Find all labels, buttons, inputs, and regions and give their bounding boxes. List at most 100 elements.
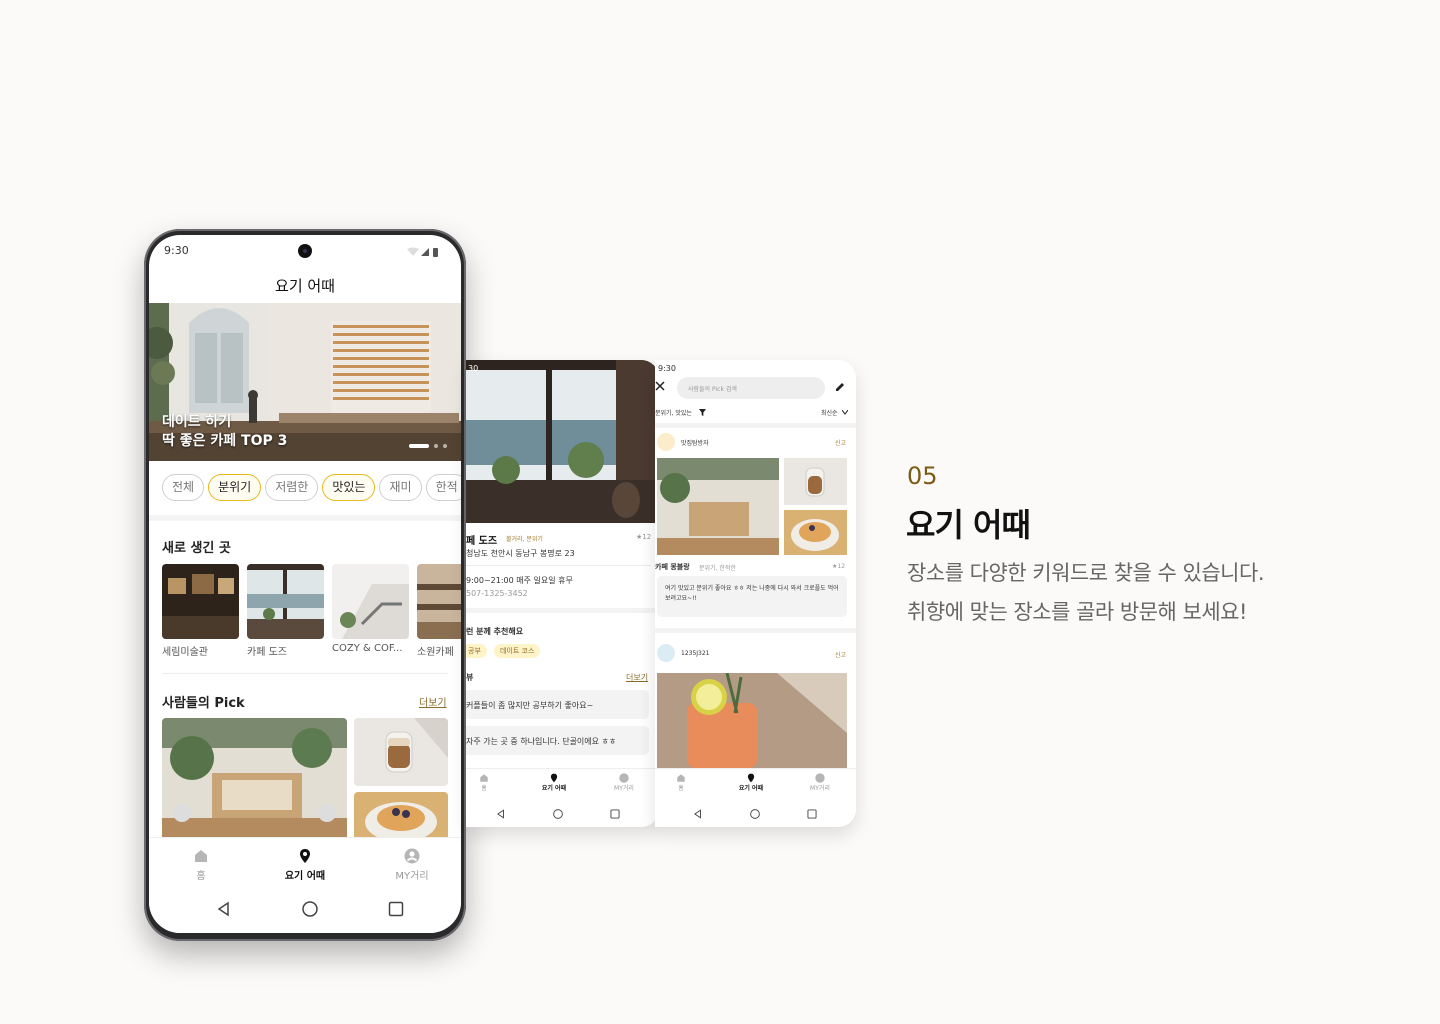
hero-caption-line1: 데이트 하기 [162, 414, 232, 430]
place-thumb-cozy[interactable] [332, 564, 409, 639]
status-time: 30 [468, 364, 479, 373]
more-link[interactable]: 더보기 [626, 672, 648, 683]
hero-caption: 데이트 하기 딱 좋은 카페 TOP 3 [162, 413, 287, 451]
review-card: 자주 가는 곳 중 하나입니다. 단골이에요 ㅎㅎ [466, 726, 649, 755]
nav-where[interactable]: 요기 어때 [731, 773, 771, 792]
post-photo-cafe[interactable] [657, 458, 779, 555]
pick-photo-coffee[interactable] [354, 718, 448, 786]
address: 청남도 천안시 동남구 봉명로 23 [466, 549, 575, 558]
page-title: 요기 어때 [275, 277, 335, 295]
nav-home[interactable]: 홈 [474, 773, 494, 792]
chip-cheap[interactable]: 저렴한 [265, 474, 319, 501]
search-placeholder: 사람들의 Pick 검색 [688, 386, 737, 393]
hours: 9:00~21:00 매주 일요일 휴무 [466, 576, 573, 585]
feature-description-line1: 장소를 다양한 키워드로 찾을 수 있습니다. [907, 561, 1265, 585]
nav-home-label: 홈 [481, 785, 487, 792]
chip-mood[interactable]: 분위기 [208, 474, 262, 501]
sort-select[interactable]: 최신순 [821, 408, 838, 417]
home-circle-icon[interactable] [553, 809, 563, 819]
edit-icon[interactable] [834, 381, 846, 393]
place-thumb-sowon[interactable] [417, 564, 461, 639]
system-nav-bar [655, 802, 856, 827]
home-circle-icon[interactable] [302, 901, 318, 917]
nav-home[interactable]: 홈 [671, 773, 691, 792]
recommend-tag-date: 데이트 코스 [494, 644, 541, 658]
chip-all[interactable]: 전체 [162, 474, 205, 501]
post-photo-coffee[interactable] [784, 458, 847, 505]
place-thumb-gallery[interactable] [162, 564, 239, 639]
front-camera [298, 244, 312, 258]
nav-where-label: 요기 어때 [738, 785, 764, 792]
recommend-tag-study: 공부 [466, 644, 487, 658]
nav-my[interactable]: MY거리 [800, 773, 840, 792]
filter-icon[interactable] [699, 409, 706, 416]
keyword-chips: 전체 분위기 저렴한 맛있는 재미 한적 [162, 474, 461, 501]
nav-my-label: MY거리 [614, 785, 634, 792]
nav-where-label: 요기 어때 [541, 785, 567, 792]
new-places-title: 새로 생긴 곳 [162, 541, 231, 556]
place-name: COZY & COF... [332, 643, 403, 654]
post-rating: ★12 [832, 563, 846, 570]
section-divider [149, 515, 461, 521]
back-icon[interactable] [496, 809, 506, 819]
review-card: 여기 맛있고 분위기 좋아요 ㅎㅎ 저는 나중에 다시 와서 크로플도 먹어보려… [657, 576, 847, 617]
chip-tasty[interactable]: 맛있는 [322, 474, 376, 501]
chevron-down-icon [842, 410, 848, 415]
section-divider [466, 608, 659, 613]
feature-title: 요기 어때 [906, 506, 1031, 544]
report-button[interactable]: 신고 [835, 438, 846, 447]
more-link[interactable]: 더보기 [419, 694, 447, 709]
carousel-dot [443, 444, 447, 448]
nav-where[interactable]: 요기 어때 [534, 773, 574, 792]
feature-description-line2: 취향에 맞는 장소를 골라 방문해 보세요! [907, 600, 1247, 624]
review-text: 커플들이 좀 많지만 공부하기 좋아요~ [466, 701, 594, 710]
phone-number[interactable]: 507-1325-3452 [466, 589, 528, 598]
map-pin-icon [747, 773, 755, 783]
search-input[interactable]: 사람들의 Pick 검색 [677, 377, 825, 399]
main-screen: 9:30 요기 어때 데이트 하기 딱 좋은 카페 TOP 3 전체 분위기 저… [149, 235, 461, 933]
post-user: 1235J321 [681, 650, 710, 657]
back-icon[interactable] [216, 901, 232, 917]
picks-title: 사람들의 Pick [162, 696, 245, 711]
review-text: 자주 가는 곳 중 하나입니다. 단골이에요 ㅎㅎ [466, 737, 617, 746]
post-place[interactable]: 카페 몽블랑 [655, 562, 690, 572]
place-name: 세림미술관 [162, 647, 208, 658]
recents-icon[interactable] [807, 809, 817, 819]
home-circle-icon[interactable] [750, 809, 760, 819]
chip-fun[interactable]: 재미 [379, 474, 422, 501]
post-photo-pancake[interactable] [784, 510, 847, 555]
post-photo-drink[interactable] [657, 673, 847, 768]
nav-my[interactable]: MY거리 [382, 848, 442, 882]
chip-quiet[interactable]: 한적 [425, 474, 461, 501]
nav-home-label: 홈 [678, 785, 684, 792]
user-icon [619, 773, 629, 783]
section-divider [655, 628, 856, 633]
post-tags: 분위기, 한적한 [699, 565, 736, 572]
back-icon[interactable] [693, 809, 703, 819]
post-review: 여기 맛있고 분위기 좋아요 ㅎㅎ 저는 나중에 다시 와서 크로플도 먹어보려… [665, 585, 839, 602]
place-thumb-cafe-doze[interactable] [247, 564, 324, 639]
report-button[interactable]: 신고 [835, 650, 846, 659]
status-time: 9:30 [164, 244, 189, 257]
close-icon[interactable] [655, 381, 665, 391]
place-name: 페 도즈 [466, 536, 498, 547]
user-icon [815, 773, 825, 783]
review-card: 커플들이 좀 많지만 공부하기 좋아요~ [466, 690, 649, 719]
home-icon [480, 774, 488, 782]
recents-icon[interactable] [388, 901, 404, 917]
pick-photo-cafe[interactable] [162, 718, 347, 838]
status-time: 9:30 [658, 364, 676, 373]
hero-banner[interactable]: 데이트 하기 딱 좋은 카페 TOP 3 [149, 303, 461, 461]
nav-my-label: MY거리 [810, 785, 830, 792]
carousel-dot-active [409, 444, 429, 448]
section-divider [655, 423, 856, 428]
pick-photo-pancake[interactable] [354, 792, 448, 838]
nav-my[interactable]: MY거리 [604, 773, 644, 792]
nav-home[interactable]: 홈 [176, 848, 226, 882]
place-name: 카페 도즈 [247, 647, 287, 658]
feature-number: 05 [907, 462, 938, 490]
filter-label[interactable]: 분위기, 맛있는 [655, 408, 692, 417]
divider [162, 673, 448, 674]
nav-where[interactable]: 요기 어때 [275, 848, 335, 882]
recents-icon[interactable] [610, 809, 620, 819]
